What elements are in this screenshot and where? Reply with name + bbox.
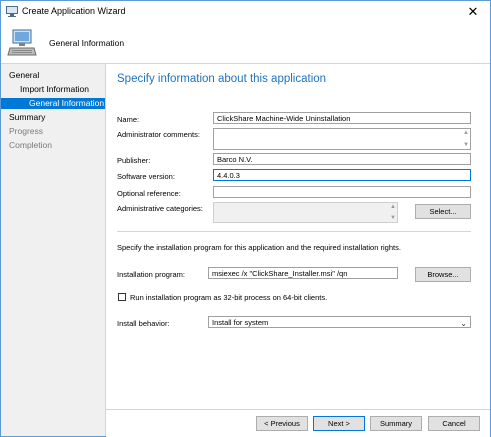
cancel-button[interactable]: Cancel (428, 416, 480, 431)
wizard-window: Create Application Wizard ✕ General Info… (0, 0, 491, 437)
admin-categories-scroll-down-icon[interactable]: ▼ (389, 214, 397, 222)
publisher-field[interactable]: Barco N.V. (213, 153, 471, 165)
chevron-down-icon: ⌄ (460, 319, 467, 328)
computer-icon (7, 29, 37, 56)
close-icon[interactable]: ✕ (456, 1, 490, 23)
section-divider (117, 231, 471, 232)
admin-comments-field[interactable] (213, 128, 471, 150)
admin-categories-label: Administrative categories: (117, 204, 203, 213)
name-field[interactable]: ClickShare Machine-Wide Uninstallation (213, 112, 471, 124)
admin-categories-field[interactable] (213, 202, 398, 223)
wizard-nav: General Import Information General Infor… (1, 64, 106, 436)
admin-comments-scroll-down-icon[interactable]: ▼ (462, 141, 470, 149)
admin-categories-scroll-up-icon[interactable]: ▲ (389, 203, 397, 211)
wizard-footer: < Previous Next > Summary Cancel (106, 409, 490, 437)
admin-comments-label: Administrator comments: (117, 130, 200, 139)
application-wizard-icon (6, 6, 18, 17)
summary-button[interactable]: Summary (370, 416, 422, 431)
nav-item-general[interactable]: General (9, 70, 39, 80)
nav-item-general-information[interactable]: General Information (29, 98, 104, 108)
nav-item-progress: Progress (9, 126, 44, 136)
admin-comments-scroll-up-icon[interactable]: ▲ (462, 129, 470, 137)
page-heading: Specify information about this applicati… (117, 73, 327, 85)
optional-reference-label: Optional reference: (117, 189, 181, 198)
next-button[interactable]: Next > (313, 416, 365, 431)
run-32bit-label[interactable]: Run installation program as 32-bit proce… (130, 293, 327, 302)
install-program-field[interactable]: msiexec /x "ClickShare_Installer.msi" /q… (208, 267, 398, 279)
name-label: Name: (117, 115, 140, 124)
wizard-header: General Information (1, 23, 490, 64)
nav-item-summary[interactable]: Summary (9, 112, 45, 122)
run-32bit-checkbox[interactable] (118, 293, 126, 301)
install-program-label: Installation program: (117, 270, 185, 279)
install-behavior-value: Install for system (212, 318, 269, 327)
header-title: General Information (49, 38, 125, 48)
software-version-field[interactable]: 4.4.0.3 (213, 169, 471, 181)
main-panel: Specify information about this applicati… (106, 64, 490, 409)
nav-item-import-information[interactable]: Import Information (20, 84, 89, 94)
select-categories-button[interactable]: Select... (415, 204, 471, 219)
install-behavior-label: Install behavior: (117, 319, 170, 328)
window-title: Create Application Wizard (22, 6, 126, 16)
optional-reference-field[interactable] (213, 186, 471, 198)
install-info-text: Specify the installation program for thi… (117, 243, 401, 252)
nav-item-completion: Completion (9, 140, 52, 150)
browse-button[interactable]: Browse... (415, 267, 471, 282)
previous-button[interactable]: < Previous (256, 416, 308, 431)
publisher-label: Publisher: (117, 156, 151, 165)
title-bar: Create Application Wizard ✕ (1, 1, 490, 23)
software-version-label: Software version: (117, 172, 175, 181)
install-behavior-select[interactable]: Install for system ⌄ (208, 316, 471, 328)
